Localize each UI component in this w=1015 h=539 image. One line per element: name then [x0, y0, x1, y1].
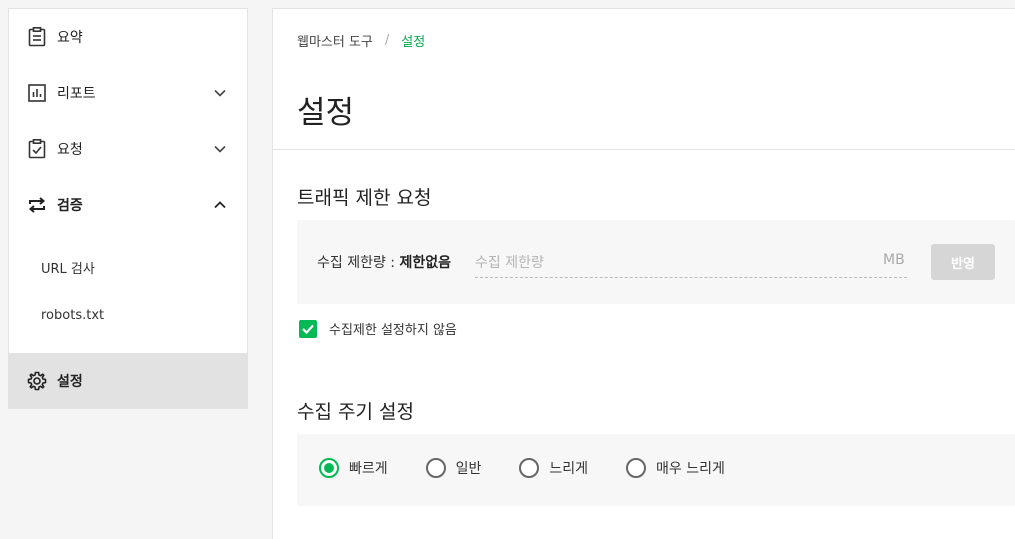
sidebar-subitem-robots-txt[interactable]: robots.txt — [9, 295, 247, 335]
crawl-frequency-box: 빠르게 일반 느리게 매우 느리게 — [297, 434, 1015, 506]
chevron-down-icon — [213, 142, 227, 156]
radio-unselected-icon[interactable] — [425, 458, 446, 478]
checkbox-label: 수집제한 설정하지 않음 — [329, 323, 457, 338]
sidebar-item-label: 설정 — [57, 374, 83, 390]
no-limit-checkbox-row[interactable]: 수집제한 설정하지 않음 — [299, 319, 457, 338]
radio-label: 일반 — [455, 461, 482, 477]
radio-slow[interactable]: 느리게 — [519, 458, 588, 478]
limit-input[interactable] — [475, 248, 907, 278]
unit-label: MB — [883, 252, 905, 268]
radio-selected-icon[interactable] — [319, 458, 339, 478]
radio-fast[interactable]: 빠르게 — [319, 458, 388, 478]
crawl-frequency-title: 수집 주기 설정 — [297, 401, 414, 423]
sidebar-item-reports[interactable]: 리포트 — [9, 65, 247, 121]
sidebar-item-settings[interactable]: 설정 — [9, 353, 247, 409]
sidebar-item-summary[interactable]: 요약 — [9, 9, 247, 65]
radio-unselected-icon[interactable] — [519, 458, 540, 478]
sidebar-subitem-url-inspection[interactable]: URL 검사 — [9, 247, 247, 287]
main-panel: 웹마스터 도구 / 설정 설정 트래픽 제한 요청 수집 제한량 : 제한없음 … — [272, 8, 1015, 539]
chevron-up-icon — [213, 198, 227, 212]
crawl-frequency-options: 빠르게 일반 느리게 매우 느리게 — [319, 458, 763, 478]
breadcrumb-root[interactable]: 웹마스터 도구 — [297, 31, 373, 50]
radio-label: 매우 느리게 — [656, 461, 725, 477]
sidebar-subitem-label: robots.txt — [41, 307, 105, 323]
traffic-limit-box: 수집 제한량 : 제한없음 MB 반영 — [297, 220, 1015, 304]
sidebar-item-requests[interactable]: 요청 — [9, 121, 247, 177]
sidebar-subitem-label: URL 검사 — [41, 261, 95, 277]
gear-icon — [27, 371, 47, 391]
sidebar-item-label: 리포트 — [57, 86, 96, 102]
sidebar-item-label: 요약 — [57, 30, 83, 46]
breadcrumb-separator: / — [384, 33, 390, 48]
radio-label: 빠르게 — [349, 461, 388, 477]
checkbox-checked-icon[interactable] — [299, 319, 317, 338]
swap-arrows-icon — [27, 195, 47, 215]
sidebar: 요약 리포트 요청 검증 URL 검사 robots.txt 설정 — [8, 8, 248, 409]
breadcrumb-current: 설정 — [401, 35, 426, 50]
clipboard-check-icon — [27, 139, 47, 159]
radio-very-slow[interactable]: 매우 느리게 — [626, 458, 725, 478]
apply-button[interactable]: 반영 — [931, 244, 995, 280]
sidebar-item-label: 검증 — [57, 198, 83, 214]
sidebar-item-label: 요청 — [57, 142, 83, 158]
radio-label: 느리게 — [549, 461, 589, 477]
limit-label-value: 제한없음 — [399, 255, 451, 271]
radio-normal[interactable]: 일반 — [425, 458, 482, 478]
breadcrumb: 웹마스터 도구 / 설정 — [297, 31, 425, 50]
traffic-limit-title: 트래픽 제한 요청 — [297, 187, 432, 209]
radio-unselected-icon[interactable] — [626, 458, 647, 478]
divider — [273, 149, 1015, 150]
sidebar-item-verification[interactable]: 검증 — [9, 177, 247, 233]
limit-label: 수집 제한량 : 제한없음 — [317, 252, 451, 272]
page-title: 설정 — [297, 95, 355, 131]
limit-label-prefix: 수집 제한량 : — [317, 255, 400, 271]
chevron-down-icon — [213, 86, 227, 100]
clipboard-icon — [27, 27, 47, 47]
bar-chart-icon — [27, 83, 47, 103]
